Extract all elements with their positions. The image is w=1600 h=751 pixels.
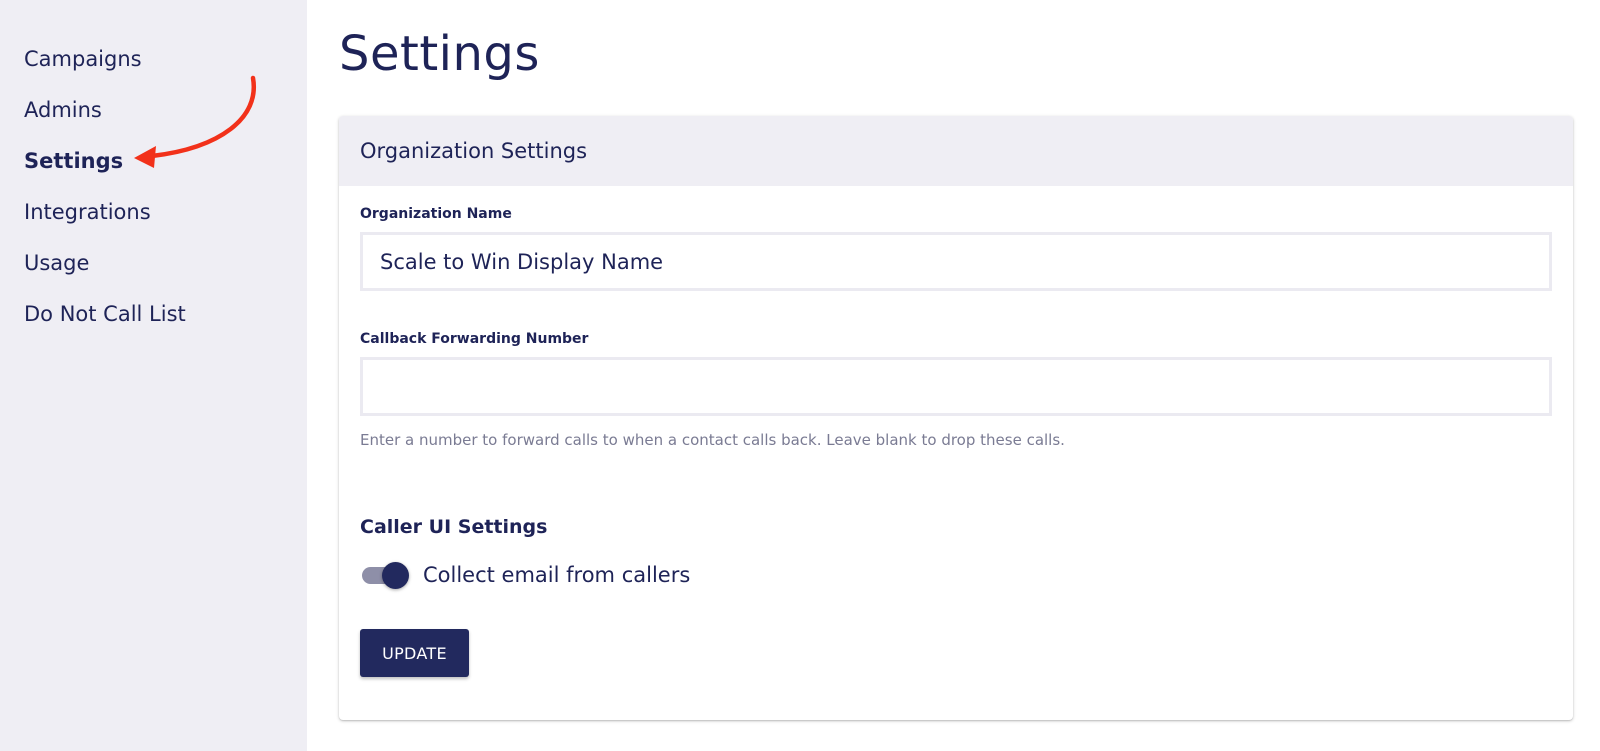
sidebar: Campaigns Admins Settings Integrations U… <box>0 0 307 751</box>
toggle-thumb <box>382 562 409 589</box>
card-header: Organization Settings <box>339 116 1573 186</box>
main-content: Settings Organization Settings Organizat… <box>307 0 1600 751</box>
collect-email-toggle-row[interactable]: Collect email from callers <box>360 560 690 590</box>
callback-forwarding-label: Callback Forwarding Number <box>360 331 589 347</box>
organization-name-input[interactable] <box>360 232 1552 291</box>
sidebar-item-settings[interactable]: Settings <box>0 146 307 197</box>
callback-helper-text: Enter a number to forward calls to when … <box>360 431 1065 449</box>
organization-name-label: Organization Name <box>360 206 512 222</box>
collect-email-label: Collect email from callers <box>423 563 691 587</box>
collect-email-toggle[interactable] <box>360 560 410 590</box>
sidebar-item-do-not-call-list[interactable]: Do Not Call List <box>0 299 307 350</box>
page-title: Settings <box>339 26 540 82</box>
sidebar-item-integrations[interactable]: Integrations <box>0 197 307 248</box>
caller-ui-settings-heading: Caller UI Settings <box>360 516 548 538</box>
sidebar-item-admins[interactable]: Admins <box>0 95 307 146</box>
sidebar-nav: Campaigns Admins Settings Integrations U… <box>0 0 307 350</box>
update-button[interactable]: UPDATE <box>360 629 469 677</box>
sidebar-item-campaigns[interactable]: Campaigns <box>0 44 307 95</box>
callback-forwarding-input[interactable] <box>360 357 1552 416</box>
app: Campaigns Admins Settings Integrations U… <box>0 0 1600 751</box>
sidebar-item-usage[interactable]: Usage <box>0 248 307 299</box>
organization-settings-card: Organization Settings Organization Name … <box>339 116 1573 720</box>
